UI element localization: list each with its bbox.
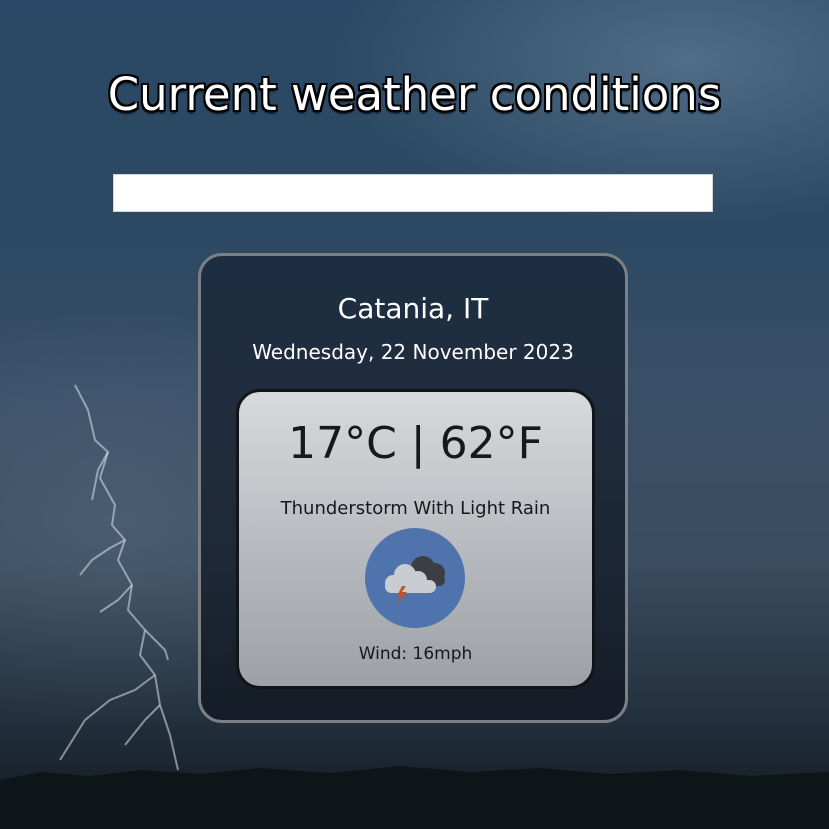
city-search-input[interactable] <box>113 174 713 212</box>
date-label: Wednesday, 22 November 2023 <box>252 340 574 364</box>
lightning-bolt-decoration <box>59 384 179 771</box>
temperature-readout: 17°C | 62°F <box>288 418 543 469</box>
wind-readout: Wind: 16mph <box>358 644 473 664</box>
horizon-treeline <box>0 766 829 829</box>
conditions-panel: 17°C | 62°F Thunderstorm With Light Rain… <box>236 389 595 689</box>
location-label: Catania, IT <box>337 292 489 325</box>
page-title: Current weather conditions <box>107 68 722 121</box>
condition-description: Thunderstorm With Light Rain <box>280 498 551 519</box>
thunderstorm-icon <box>365 528 465 628</box>
weather-card: Catania, IT Wednesday, 22 November 2023 … <box>198 253 628 723</box>
